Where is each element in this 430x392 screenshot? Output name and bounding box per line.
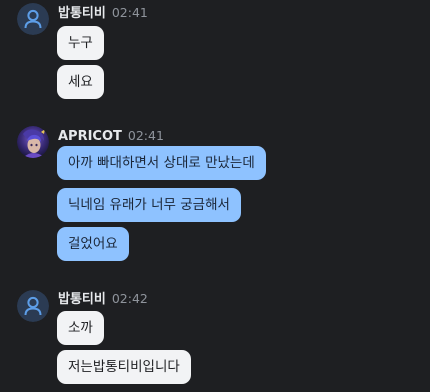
timestamp: 02:41 bbox=[111, 5, 148, 20]
message-header: 밥통티비 02:42 bbox=[58, 289, 148, 307]
message-header: APRICOT 02:41 bbox=[58, 126, 164, 144]
message-bubble[interactable]: 소까 bbox=[57, 311, 104, 345]
chat-log: 밥통티비 02:41 누구 세요 APRICOT 02:41 아까 빠대하면서 … bbox=[0, 0, 430, 392]
user-avatar-icon[interactable] bbox=[17, 290, 49, 322]
message-header: 밥통티비 02:41 bbox=[58, 3, 148, 21]
username[interactable]: 밥통티비 bbox=[58, 6, 106, 21]
timestamp: 02:42 bbox=[111, 291, 148, 306]
message-bubble[interactable]: 걸었어요 bbox=[57, 227, 129, 261]
message-bubble[interactable]: 닉네임 유래가 너무 궁금해서 bbox=[57, 188, 241, 222]
user-avatar-icon[interactable] bbox=[17, 3, 49, 35]
user-avatar-photo[interactable] bbox=[17, 126, 49, 158]
message-bubble[interactable]: 누구 bbox=[57, 26, 104, 60]
message-bubble[interactable]: 세요 bbox=[57, 65, 104, 99]
message-bubble[interactable]: 아까 빠대하면서 상대로 만났는데 bbox=[57, 146, 266, 180]
message-bubble[interactable]: 저는밥통티비입니다 bbox=[57, 350, 191, 384]
username[interactable]: 밥통티비 bbox=[58, 292, 106, 307]
timestamp: 02:41 bbox=[127, 128, 164, 143]
username[interactable]: APRICOT bbox=[58, 129, 122, 144]
